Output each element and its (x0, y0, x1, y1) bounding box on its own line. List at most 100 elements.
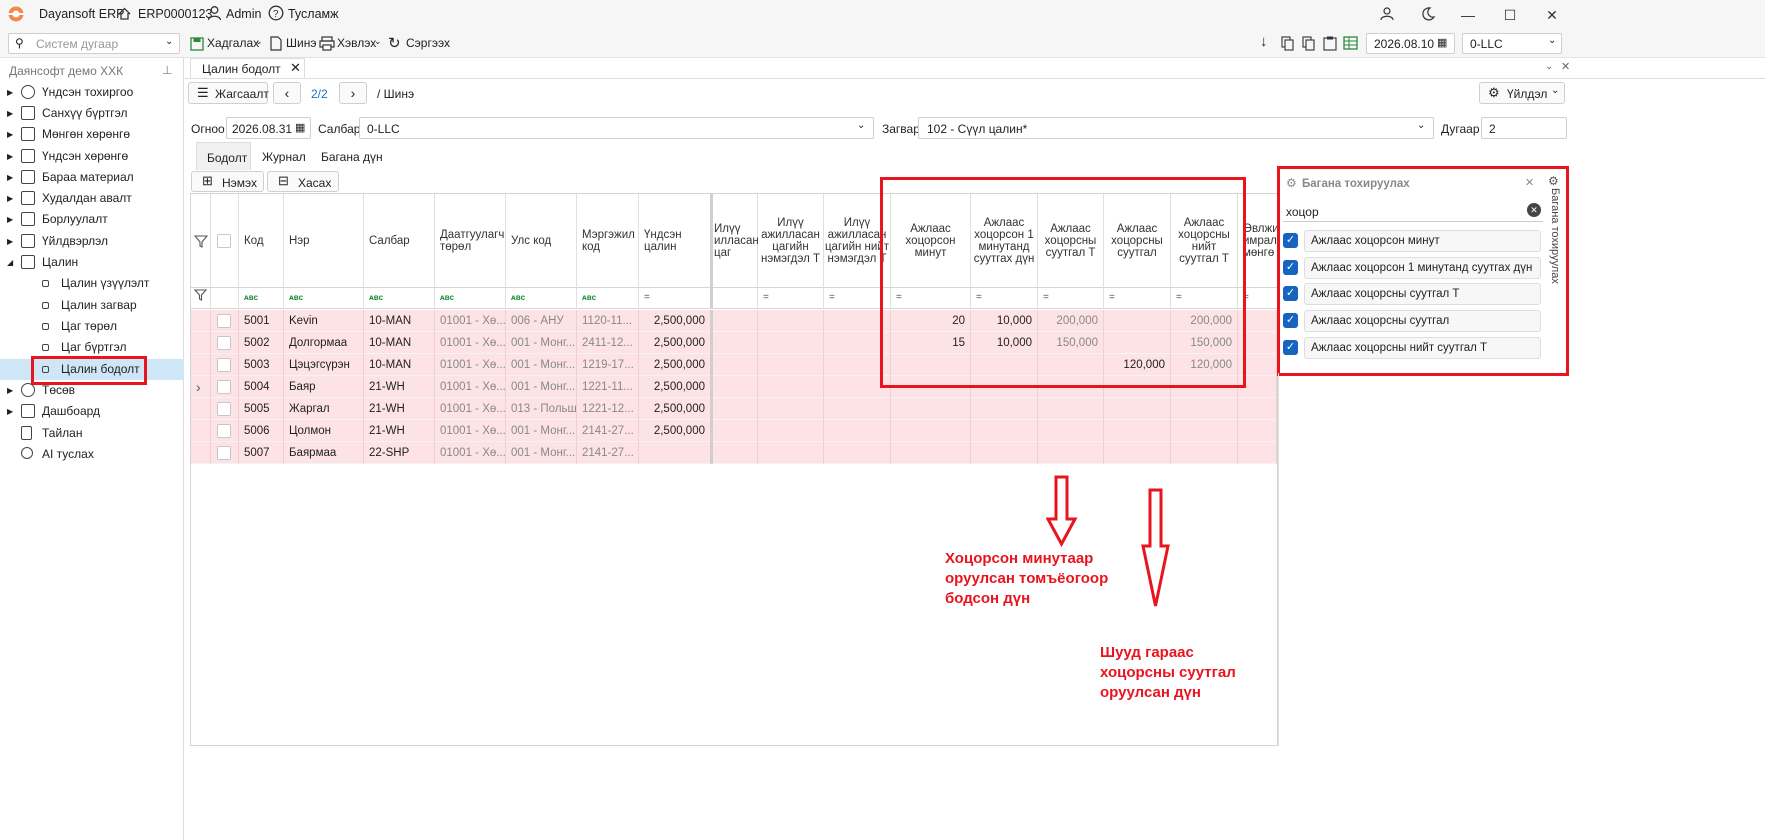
cell-empty[interactable] (758, 398, 824, 420)
actions-button[interactable]: ⚙ Үйлдэл ⌄ (1479, 82, 1565, 104)
row-checkbox-cell[interactable] (211, 420, 239, 442)
cell-insurer-type[interactable]: 01001 - Хө... (435, 442, 506, 464)
cell-late-per-minute[interactable] (971, 442, 1038, 464)
cell-country[interactable]: 006 - АНУ (506, 310, 577, 332)
add-row-button[interactable]: ⊞ Нэмэх (191, 171, 264, 192)
col-ot-hours[interactable]: Илүү илласан цаг (713, 194, 759, 288)
next-button[interactable]: › (339, 82, 367, 104)
sidebar-item-cash[interactable]: ▶ Мөнгөн хөрөнгө (0, 124, 184, 145)
cell-name[interactable]: Жаргал (284, 398, 364, 420)
tab-column-sum[interactable]: Багана дүн (321, 150, 383, 164)
work-date-field[interactable]: 2026.08.10 ▦ (1366, 33, 1455, 54)
expand-icon[interactable]: ▶ (7, 167, 13, 188)
sidebar-item-ai[interactable]: AI туслах (0, 444, 184, 465)
cell-late-deduction[interactable] (1104, 398, 1171, 420)
cell-name[interactable]: Цэцэгсүрэн (284, 354, 364, 376)
cell-late-minutes[interactable] (891, 442, 971, 464)
cell-name[interactable]: Баярмаа (284, 442, 364, 464)
column-option[interactable]: Ажлаас хоцорсны нийт суутгал Т (1304, 337, 1541, 359)
pin-icon[interactable]: ⊥ (162, 63, 172, 77)
cell-empty[interactable] (758, 442, 824, 464)
cell-late-deduction[interactable] (1104, 442, 1171, 464)
checkbox-checked[interactable]: ✓ (1283, 313, 1298, 328)
cell-late-total[interactable] (1171, 420, 1238, 442)
cell-branch[interactable]: 10-MAN (364, 310, 435, 332)
cell-empty[interactable] (1238, 398, 1277, 420)
cell-empty[interactable] (824, 420, 891, 442)
column-option[interactable]: Ажлаас хоцорсны суутгал (1304, 310, 1541, 332)
row-checkbox[interactable] (217, 314, 231, 328)
cell-branch[interactable]: 10-MAN (364, 354, 435, 376)
cell-profession[interactable]: 2141-27... (577, 420, 639, 442)
cell-country[interactable]: 001 - Монг... (506, 376, 577, 398)
new-button[interactable]: Шинэ (286, 36, 316, 50)
cell-base-salary[interactable]: 2,500,000 (639, 420, 713, 442)
tab-journal[interactable]: Журнал (262, 150, 306, 164)
cell-empty[interactable] (758, 420, 824, 442)
filter-branch[interactable]: ᴀʙc (364, 288, 435, 309)
new-doc-icon[interactable] (270, 36, 282, 51)
row-checkbox-cell[interactable] (211, 398, 239, 420)
help-icon[interactable]: ? (268, 5, 284, 21)
sidebar-item-inventory[interactable]: ▶ Бараа материал (0, 167, 184, 188)
cell-country[interactable]: 001 - Монг... (506, 354, 577, 376)
cell-empty[interactable] (713, 442, 758, 464)
row-checkbox-cell[interactable] (211, 442, 239, 464)
cell-late-total[interactable] (1171, 398, 1238, 420)
chevron-down-icon[interactable]: ⌄ (857, 120, 865, 131)
cell-empty[interactable] (713, 420, 758, 442)
chevron-down-icon[interactable]: ⌄ (165, 36, 173, 47)
col-code[interactable]: Код (239, 194, 284, 288)
sidebar-item-time-record[interactable]: Цаг бүртгэл (0, 337, 184, 358)
col-profession[interactable]: Мэргэжил код (577, 194, 639, 288)
refresh-button[interactable]: Сэргээх (406, 36, 450, 50)
row-checkbox[interactable] (217, 380, 231, 394)
remove-row-button[interactable]: ⊟ Хасах (267, 171, 339, 192)
cell-code[interactable]: 5003 (239, 354, 284, 376)
filter-insurer[interactable]: ᴀʙc (435, 288, 506, 309)
cell-late-minutes[interactable] (891, 398, 971, 420)
close-icon[interactable]: ✕ (290, 60, 301, 76)
col-ot-add[interactable]: Илүү ажилласан цагийн нэмэгдэл Т (758, 194, 824, 288)
cell-insurer-type[interactable]: 01001 - Хө... (435, 376, 506, 398)
branch-select[interactable]: 0-LLC ⌄ (1462, 33, 1562, 54)
assistant-icon[interactable] (1378, 6, 1396, 22)
column-settings-side-tab[interactable]: ⚙ Багана тохируулах (1545, 168, 1565, 298)
cell-base-salary[interactable] (639, 442, 713, 464)
sidebar-item-production[interactable]: ▶ Үйлдвэрлэл (0, 231, 184, 252)
expand-icon[interactable]: ▶ (7, 209, 13, 230)
sidebar-item-settings[interactable]: ▶ Үндсэн тохиргоо (0, 82, 184, 103)
column-option[interactable]: Ажлаас хоцорсон минут (1304, 230, 1541, 252)
expand-icon[interactable]: ▶ (7, 188, 13, 209)
cell-name[interactable]: Долгормаа (284, 332, 364, 354)
cell-code[interactable]: 5005 (239, 398, 284, 420)
cell-late-per-minute[interactable] (971, 420, 1038, 442)
cell-code[interactable]: 5006 (239, 420, 284, 442)
cell-insurer-type[interactable]: 01001 - Хө... (435, 310, 506, 332)
sidebar-item-report[interactable]: Тайлан (0, 423, 184, 444)
select-all-checkbox[interactable] (217, 234, 231, 248)
cell-country[interactable]: 001 - Монг... (506, 442, 577, 464)
cell-base-salary[interactable]: 2,500,000 (639, 376, 713, 398)
cell-profession[interactable]: 2411-12... (577, 332, 639, 354)
cell-base-salary[interactable]: 2,500,000 (639, 332, 713, 354)
sidebar-item-time-type[interactable]: Цаг төрөл (0, 316, 184, 337)
number-field[interactable]: 2 (1481, 117, 1567, 139)
col-branch[interactable]: Салбар (364, 194, 435, 288)
row-checkbox[interactable] (217, 402, 231, 416)
row-checkbox-cell[interactable] (211, 332, 239, 354)
row-checkbox[interactable] (217, 446, 231, 460)
close-window-icon[interactable]: ✕ (1542, 5, 1562, 25)
checkbox-checked[interactable]: ✓ (1283, 340, 1298, 355)
cell-profession[interactable]: 1120-11... (577, 310, 639, 332)
save-dropdown-icon[interactable]: ⌄ (255, 36, 263, 47)
template-field[interactable]: 102 - Сүүл цалин* ⌄ (918, 117, 1434, 139)
refresh-icon[interactable]: ↻ (388, 34, 401, 52)
cell-name[interactable]: Цолмон (284, 420, 364, 442)
system-number-search[interactable]: ⚲ Систем дугаар ⌄ (8, 33, 180, 54)
cell-branch[interactable]: 10-MAN (364, 332, 435, 354)
filter-base[interactable]: = (639, 288, 713, 309)
cell-late-deduction-t[interactable] (1038, 398, 1104, 420)
checkbox-checked[interactable]: ✓ (1283, 286, 1298, 301)
col-base-salary[interactable]: Үндсэн цалин (639, 194, 713, 288)
